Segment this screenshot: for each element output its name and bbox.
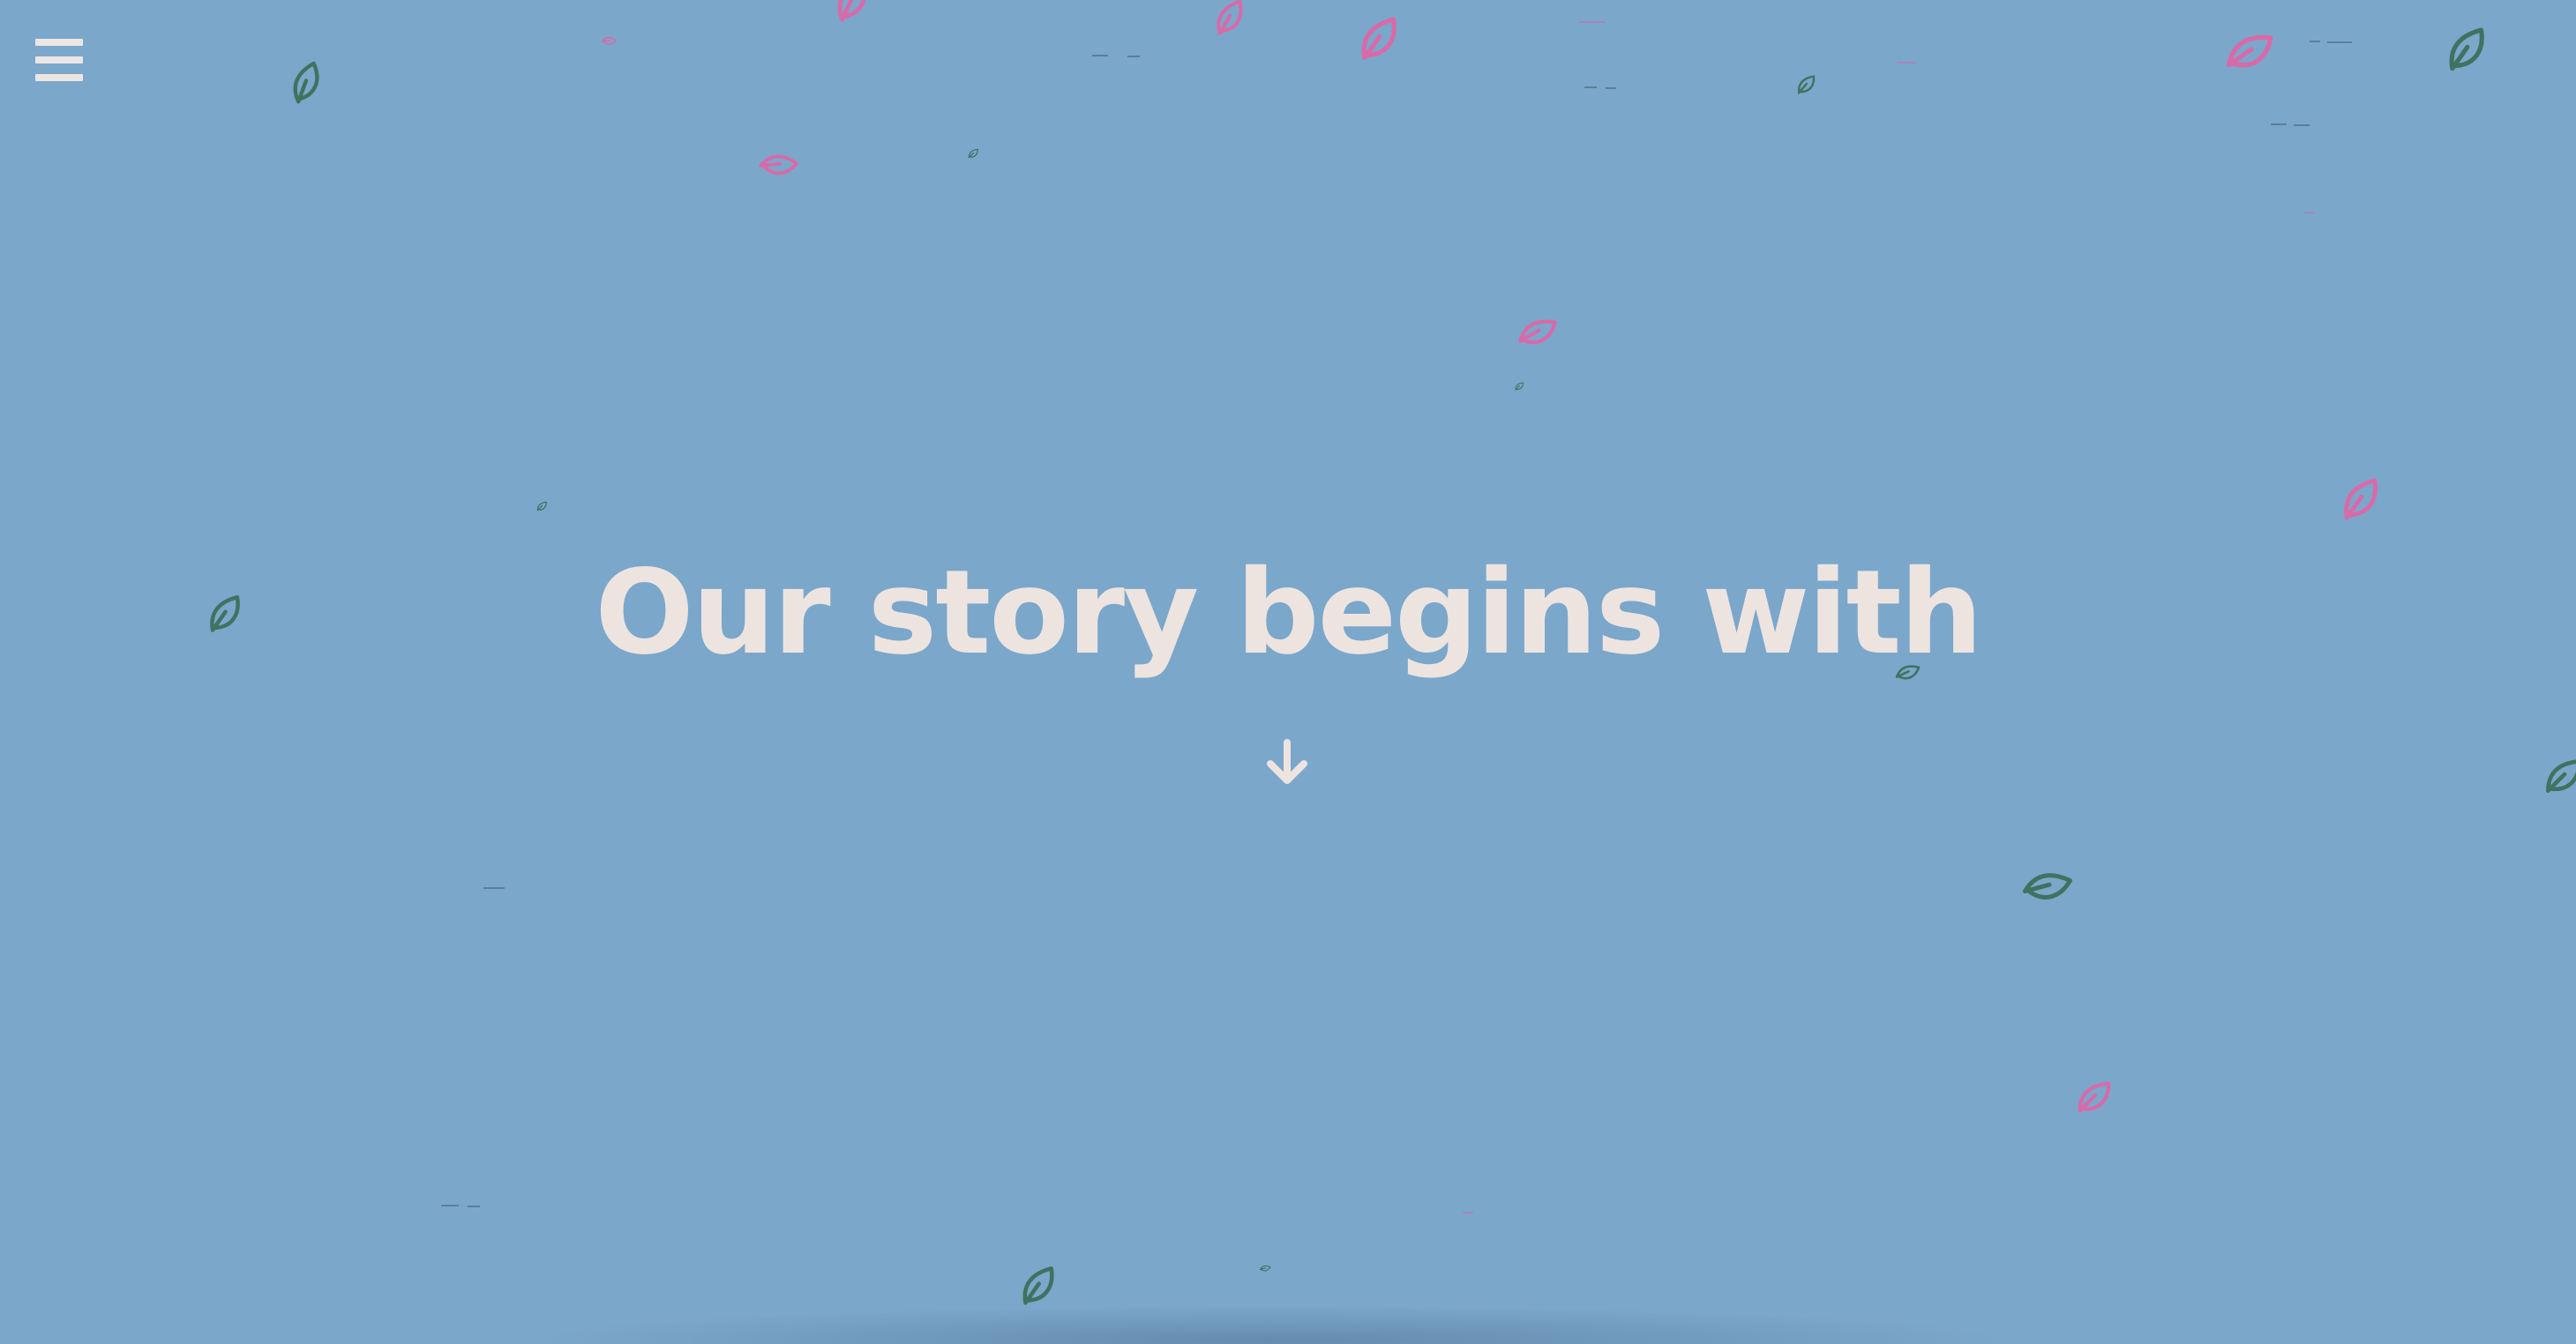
page-canvas: Our story begins with bbox=[0, 0, 2576, 1344]
leaf-icon bbox=[2546, 759, 2576, 793]
leaf-trail bbox=[1092, 55, 1108, 56]
hamburger-menu-button[interactable] bbox=[34, 35, 86, 85]
leaf-icon bbox=[210, 594, 240, 632]
arrow-down-icon[interactable] bbox=[1263, 737, 1311, 787]
leaf-icon bbox=[1515, 382, 1524, 391]
menu-bar-middle bbox=[35, 56, 83, 63]
leaf-trail bbox=[2327, 41, 2352, 43]
leaf-icon bbox=[1259, 1265, 1271, 1272]
leaf-icon bbox=[2078, 1081, 2111, 1113]
leaf-icon bbox=[293, 61, 319, 104]
leaf-icon bbox=[2022, 873, 2073, 900]
hero-title: Our story begins with bbox=[595, 545, 1982, 681]
leaf-trail bbox=[441, 1205, 459, 1206]
leaf-icon bbox=[1518, 319, 1557, 345]
leaf-trail bbox=[1584, 86, 1597, 88]
leaf-icon bbox=[759, 154, 798, 175]
leaf-trail bbox=[483, 887, 505, 889]
leaf-trail bbox=[1127, 56, 1140, 57]
leaf-trail bbox=[1606, 87, 1616, 89]
leaf-icon bbox=[968, 148, 978, 159]
leaf-trail bbox=[2294, 124, 2310, 126]
leaf-icon bbox=[2449, 27, 2484, 71]
leaf-icon bbox=[1361, 17, 1397, 61]
leaf-trail bbox=[2271, 123, 2287, 125]
menu-bar-top bbox=[35, 39, 83, 46]
leaf-trail bbox=[2310, 41, 2320, 42]
leaf-trail bbox=[1897, 62, 1916, 63]
leaf-icon bbox=[1217, 0, 1243, 35]
leaf-icon bbox=[2226, 34, 2273, 68]
leaf-trail bbox=[1463, 1212, 1473, 1213]
leaf-icon bbox=[536, 501, 547, 511]
leaf-trail bbox=[468, 1206, 480, 1207]
bottom-shadow bbox=[529, 1305, 2011, 1344]
leaf-icon bbox=[2344, 478, 2378, 520]
leaf-icon bbox=[1022, 1266, 1054, 1305]
leaf-trail bbox=[2304, 212, 2315, 213]
leaf-icon bbox=[601, 37, 617, 45]
leaf-trail bbox=[1579, 21, 1606, 23]
leaf-icon bbox=[1797, 75, 1816, 94]
leaf-icon bbox=[837, 0, 867, 22]
menu-bar-bottom bbox=[35, 74, 83, 81]
